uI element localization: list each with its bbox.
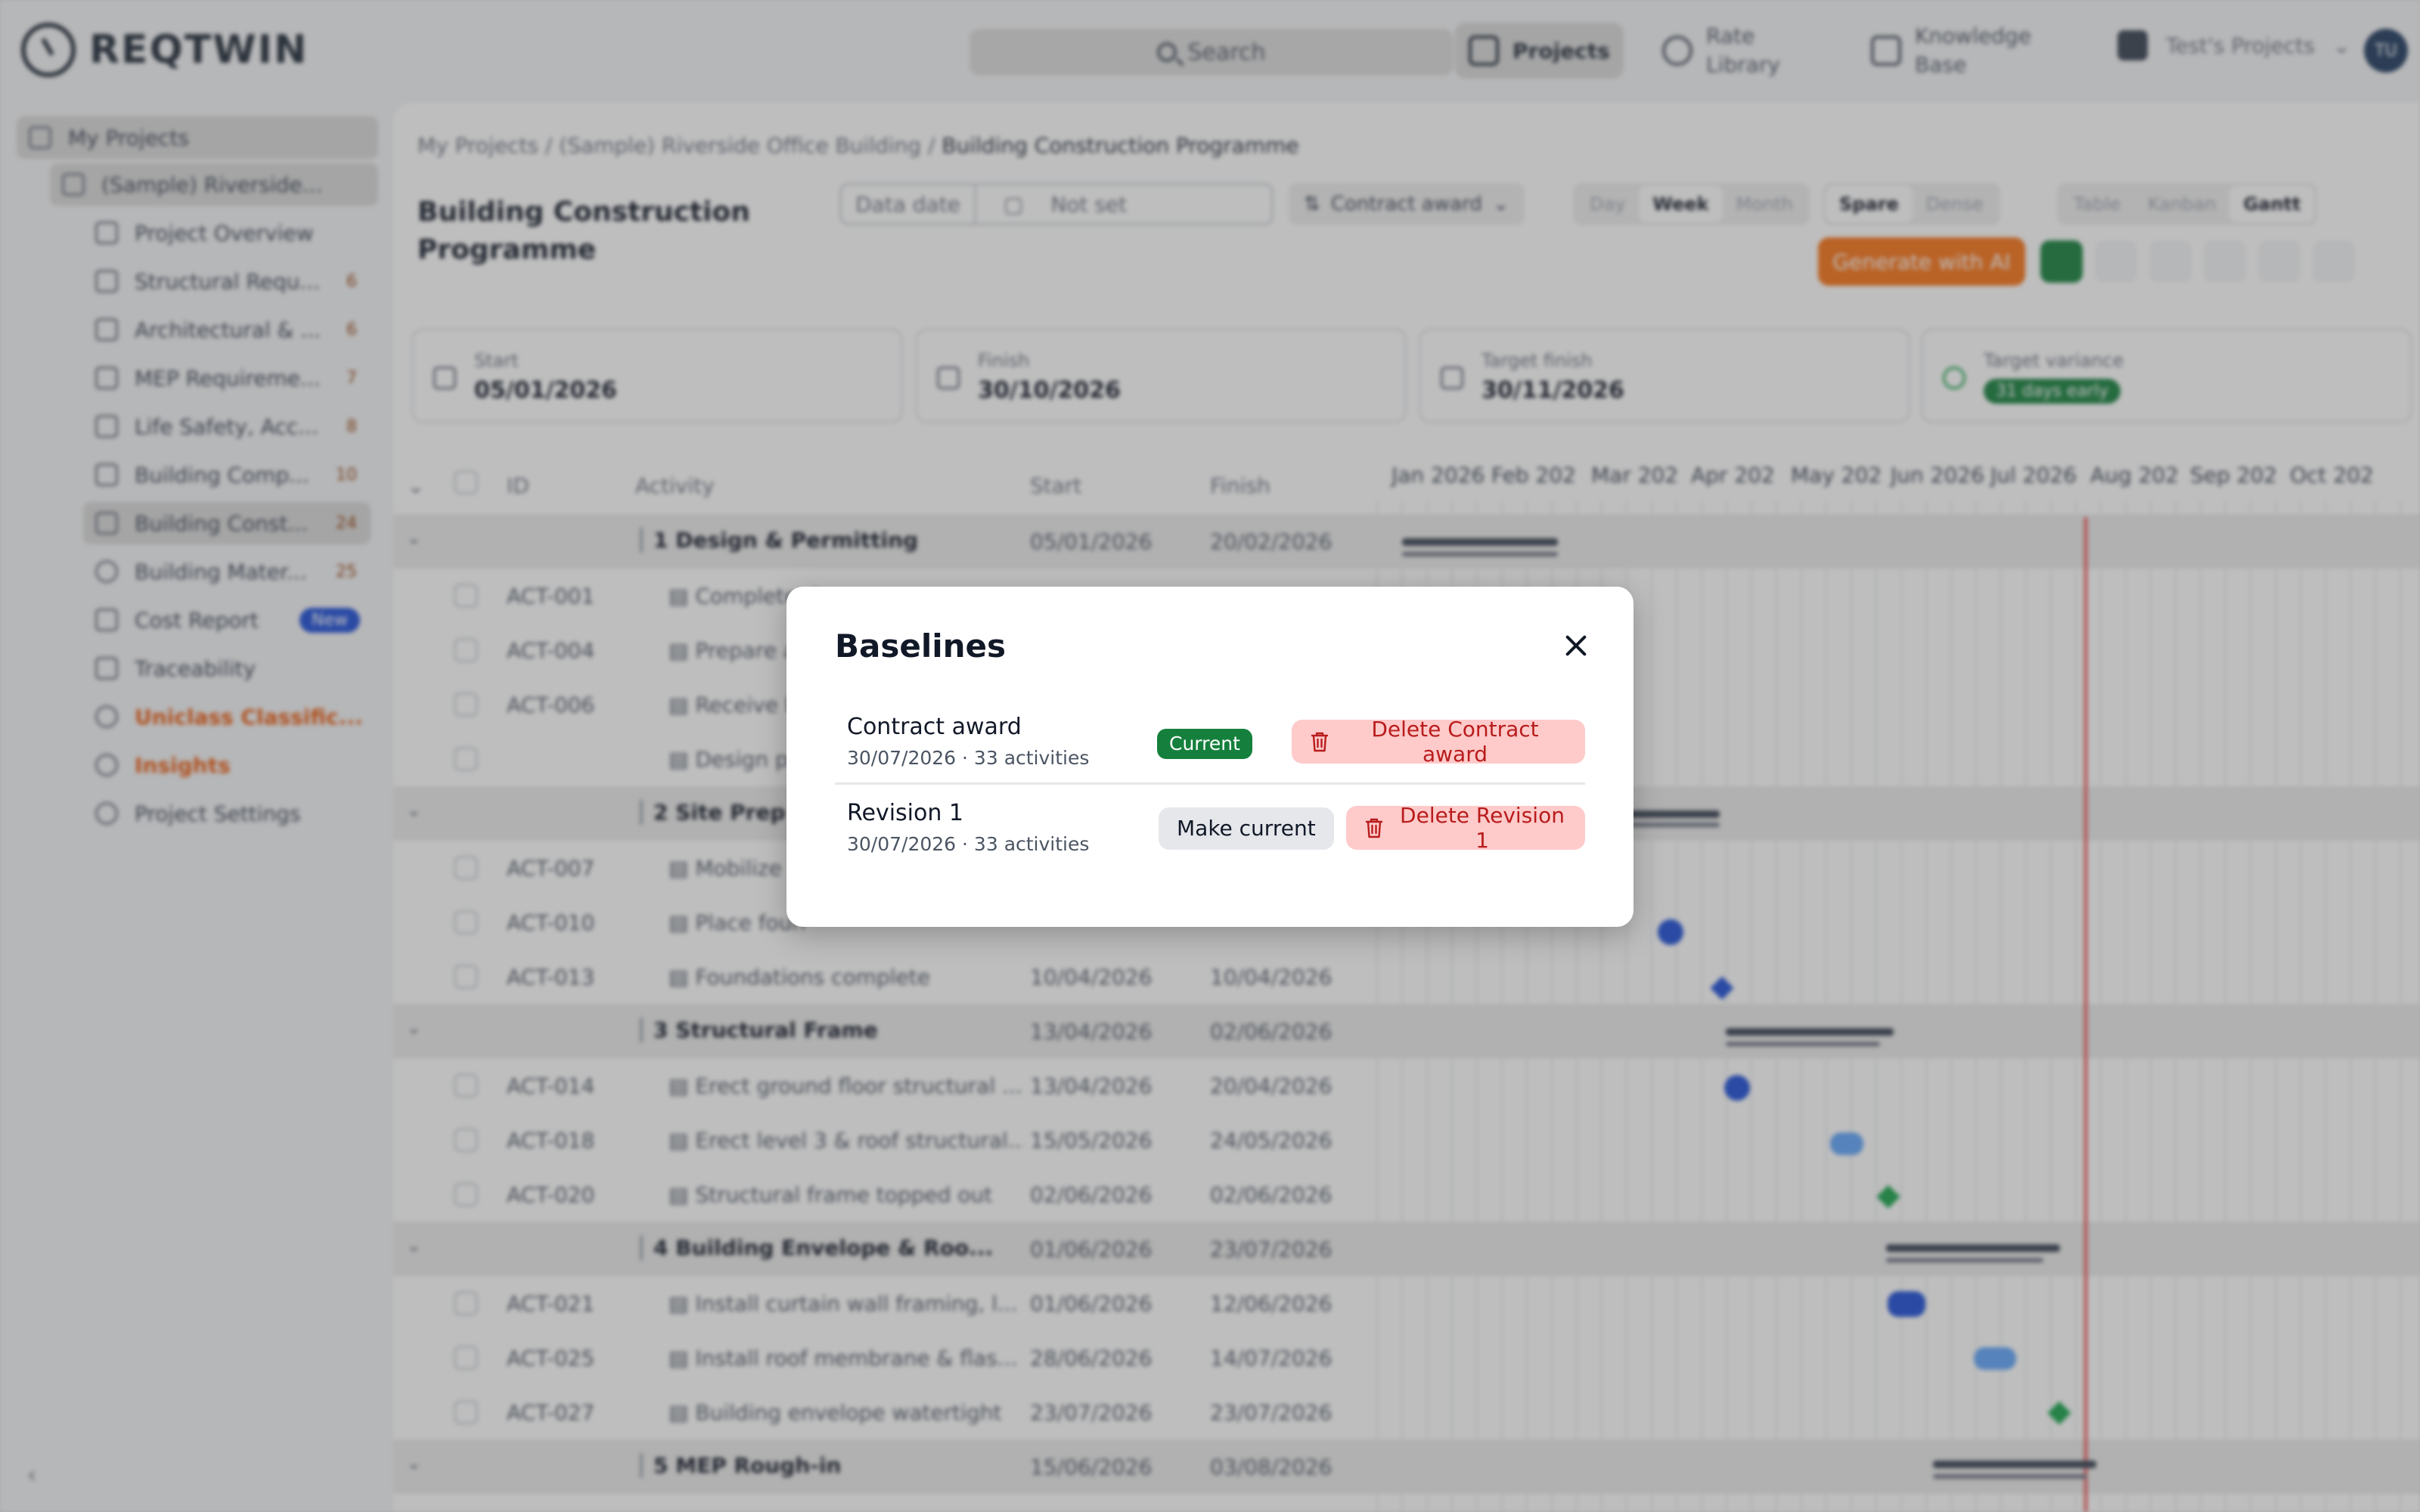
trash-icon <box>1310 730 1329 753</box>
baseline-row-revision-1: Revision 1 30/07/2026 · 33 activities Ma… <box>835 786 1585 871</box>
delete-button-label: Delete Contract award <box>1371 717 1539 767</box>
baseline-row-contract-award: Contract award 30/07/2026 · 33 activitie… <box>835 700 1585 785</box>
baseline-meta: 30/07/2026 · 33 activities <box>847 747 1090 769</box>
baseline-meta: 30/07/2026 · 33 activities <box>847 833 1090 855</box>
dialog-title: Baselines <box>835 627 1007 665</box>
delete-contract-award-button[interactable]: Delete Contract award <box>1292 717 1585 767</box>
baselines-dialog: Baselines Contract award 30/07/2026 · 33… <box>786 587 1634 927</box>
trash-icon <box>1364 816 1384 839</box>
delete-button-label: Delete Revision 1 <box>1400 803 1565 853</box>
delete-revision-1-button[interactable]: Delete Revision 1 <box>1346 803 1585 853</box>
make-current-button[interactable]: Make current <box>1159 807 1334 850</box>
close-icon[interactable] <box>1559 629 1593 662</box>
baseline-name: Contract award <box>847 714 1022 740</box>
current-badge: Current <box>1157 729 1252 759</box>
baseline-name: Revision 1 <box>847 800 963 826</box>
